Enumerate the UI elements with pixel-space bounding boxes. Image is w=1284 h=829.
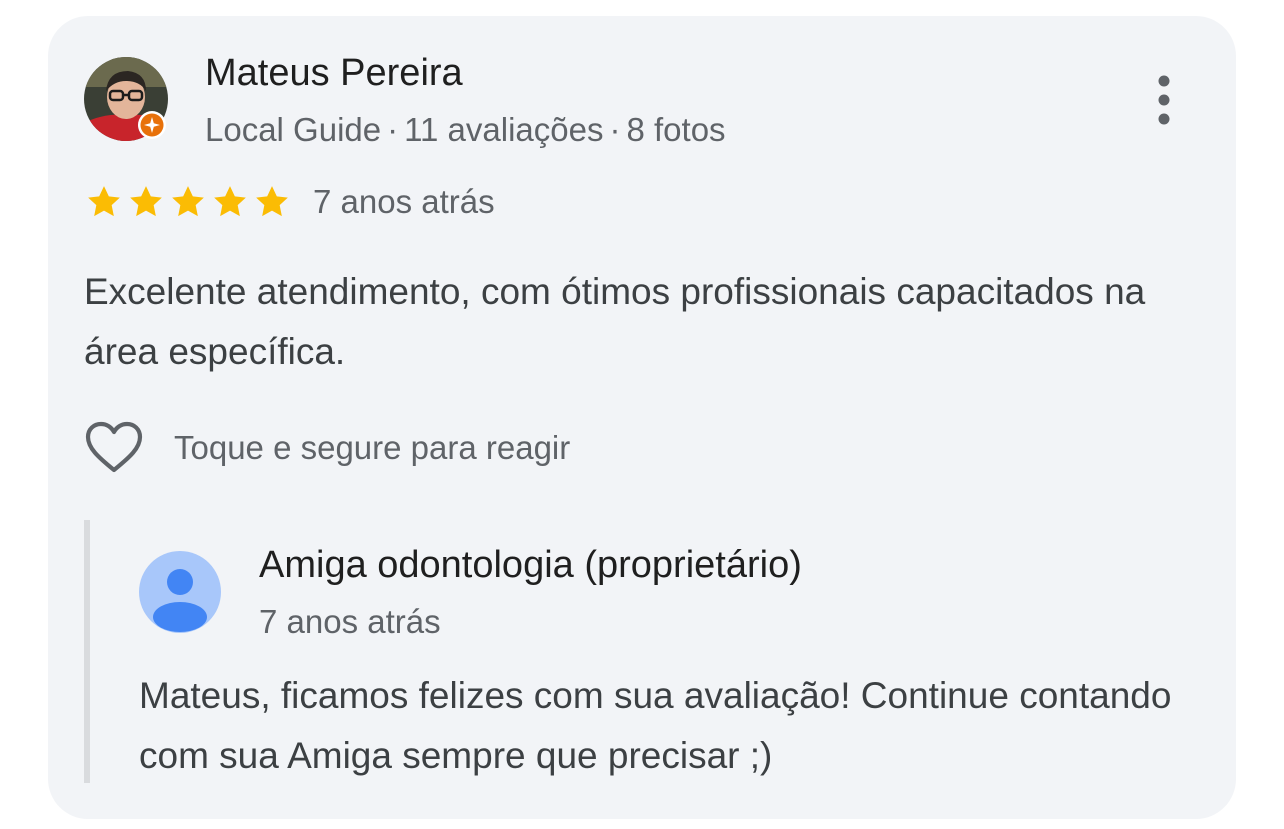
owner-reply: Amiga odontologia (proprietário) 7 anos … [84, 520, 1184, 783]
author-meta: Local Guide · 11 avaliações · 8 fotos [205, 111, 726, 149]
meta-separator: · [609, 111, 621, 148]
star-icon [130, 186, 162, 217]
meta-separator: · [387, 111, 399, 148]
react-button[interactable]: Toque e segure para reagir [84, 418, 570, 478]
author-name[interactable]: Mateus Pereira [205, 52, 463, 95]
default-person-icon [139, 551, 221, 633]
owner-avatar [139, 551, 221, 633]
star-icon [256, 186, 288, 217]
owner-reply-time: 7 anos atrás [259, 603, 441, 640]
more-vert-icon [1158, 75, 1170, 125]
owner-name: Amiga odontologia (proprietário) [259, 544, 802, 586]
local-guide-label: Local Guide [205, 111, 382, 148]
review-time: 7 anos atrás [313, 183, 495, 220]
heart-outline-icon [85, 421, 143, 473]
photos-count: 8 fotos [626, 111, 726, 148]
more-options-button[interactable] [1148, 70, 1180, 130]
author-avatar[interactable] [84, 57, 168, 141]
star-icon [172, 186, 204, 217]
owner-reply-text: Mateus, ficamos felizes com sua avaliaçã… [139, 675, 1172, 776]
reply-divider [84, 520, 90, 783]
reviews-count: 11 avaliações [404, 111, 604, 148]
local-guide-badge-icon [137, 110, 167, 140]
star-icon [214, 186, 246, 217]
review-text: Excelente atendimento, com ótimos profis… [84, 271, 1146, 372]
react-label: Toque e segure para reagir [174, 429, 571, 466]
star-icon [88, 186, 120, 217]
star-rating [84, 182, 292, 222]
